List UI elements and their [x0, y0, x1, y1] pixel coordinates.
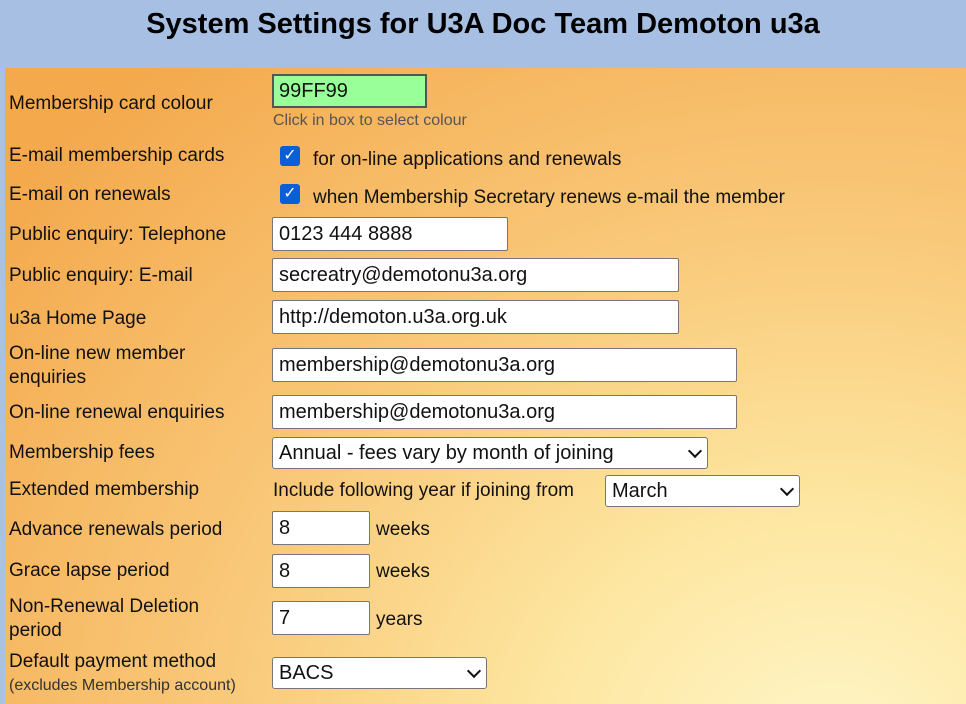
new-member-label: On-line new member enquiries [9, 342, 185, 390]
extended-text: Include following year if joining from [273, 480, 574, 501]
payment-method-select[interactable]: BACS [272, 657, 487, 689]
checkmark-icon: ✓ [283, 147, 297, 164]
new-member-label-line1: On-line new member [9, 343, 186, 364]
payment-selected: BACS [279, 662, 334, 684]
home-page-label: u3a Home Page [9, 308, 147, 329]
payment-label: Default payment method (excludes Members… [9, 650, 236, 698]
public-phone-input[interactable]: 0123 444 8888 [272, 217, 508, 251]
deletion-label: Non-Renewal Deletion period [9, 595, 199, 643]
fees-label: Membership fees [9, 442, 155, 463]
grace-unit: weeks [376, 561, 430, 582]
advance-unit: weeks [376, 519, 430, 540]
card-colour-hint: Click in box to select colour [273, 112, 467, 129]
grace-input[interactable]: 8 [272, 554, 370, 588]
email-renewals-checkbox[interactable]: ✓ [280, 184, 300, 204]
payment-sublabel: (excludes Membership account) [9, 677, 236, 694]
checkmark-icon: ✓ [283, 185, 297, 202]
email-cards-checkbox[interactable]: ✓ [280, 146, 300, 166]
public-phone-label: Public enquiry: Telephone [9, 224, 227, 245]
public-email-input[interactable]: secreatry@demotonu3a.org [272, 258, 679, 292]
email-renewals-label: E-mail on renewals [9, 184, 171, 205]
card-colour-field[interactable]: 99FF99 [272, 74, 427, 108]
email-cards-label: E-mail membership cards [9, 145, 225, 166]
grace-label: Grace lapse period [9, 560, 170, 581]
advance-input[interactable]: 8 [272, 511, 370, 545]
public-email-label: Public enquiry: E-mail [9, 265, 193, 286]
home-page-input[interactable]: http://demoton.u3a.org.uk [272, 300, 679, 334]
payment-label-main: Default payment method [9, 651, 217, 672]
extended-label: Extended membership [9, 479, 200, 500]
chevron-down-icon [687, 443, 703, 459]
fees-selected: Annual - fees vary by month of joining [279, 442, 614, 464]
card-colour-label: Membership card colour [9, 93, 213, 114]
deletion-label-line1: Non-Renewal Deletion [9, 596, 200, 617]
deletion-unit: years [376, 609, 423, 630]
extended-month-select[interactable]: March [605, 475, 800, 507]
email-renewals-text: when Membership Secretary renews e-mail … [313, 187, 786, 208]
renewal-enquiries-input[interactable]: membership@demotonu3a.org [272, 395, 737, 429]
new-member-email-input[interactable]: membership@demotonu3a.org [272, 348, 737, 382]
email-cards-text: for on-line applications and renewals [313, 149, 622, 170]
chevron-down-icon [466, 663, 482, 679]
fees-select[interactable]: Annual - fees vary by month of joining [272, 437, 708, 469]
renewal-enquiries-label: On-line renewal enquiries [9, 402, 225, 423]
chevron-down-icon [779, 481, 795, 497]
deletion-label-line2: period [9, 620, 62, 641]
deletion-input[interactable]: 7 [272, 601, 370, 635]
new-member-label-line2: enquiries [9, 367, 87, 388]
extended-selected: March [612, 480, 668, 502]
header-bar: System Settings for U3A Doc Team Demoton… [0, 0, 966, 68]
page-title: System Settings for U3A Doc Team Demoton… [146, 8, 820, 40]
advance-label: Advance renewals period [9, 519, 223, 540]
